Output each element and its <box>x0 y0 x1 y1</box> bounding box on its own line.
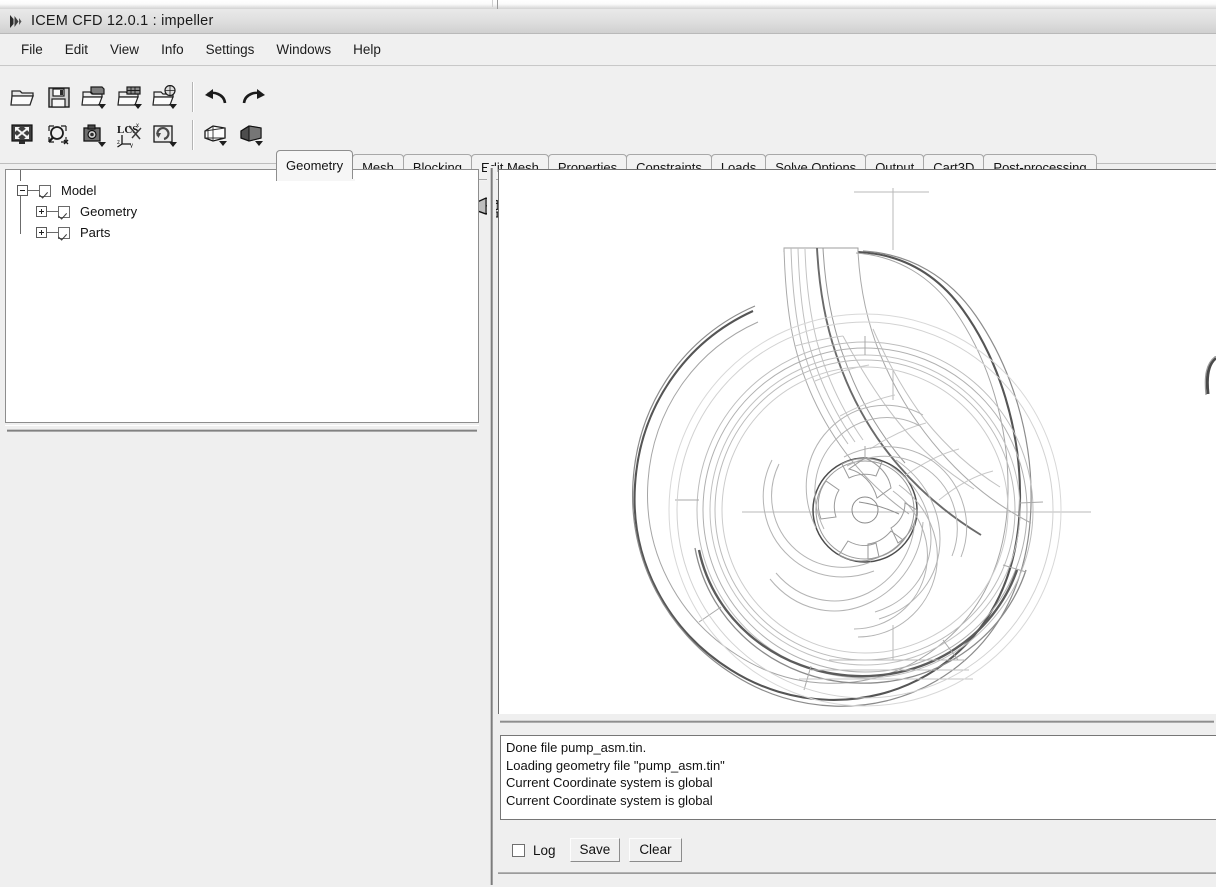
main-toolbar-row-1 <box>6 78 272 116</box>
model-tree-panel[interactable]: Model Geometry Parts <box>5 169 479 423</box>
toolbar-area: LCS x y z <box>0 67 1216 164</box>
log-checkbox-label: Log <box>533 843 556 858</box>
tab-active-gap <box>277 179 355 181</box>
log-line: Loading geometry file "pump_asm.tin" <box>506 757 1216 775</box>
svg-text:x: x <box>136 123 139 129</box>
zoom-box-icon[interactable] <box>42 118 76 152</box>
svg-text:z: z <box>117 140 120 146</box>
menu-settings[interactable]: Settings <box>195 39 266 60</box>
menu-bar: File Edit View Info Settings Windows Hel… <box>0 34 1216 66</box>
log-line: Current Coordinate system is global <box>506 792 1216 810</box>
function-panel-area <box>0 432 487 887</box>
background-window-divider-faint <box>492 0 493 7</box>
graphics-viewport[interactable] <box>498 169 1216 714</box>
expander-plus-icon[interactable] <box>36 227 47 238</box>
icem-cfd-application-window: ICEM CFD 12.0.1 : impeller File Edit Vie… <box>0 0 1216 887</box>
tree-label-geometry: Geometry <box>80 204 137 219</box>
lcs-axes-icon[interactable]: LCS x y z <box>114 118 148 152</box>
save-picture-icon[interactable] <box>78 118 112 152</box>
undo-icon[interactable] <box>200 80 234 114</box>
clear-log-button[interactable]: Clear <box>629 838 681 862</box>
log-controls-bar: Log Save Clear <box>500 830 1216 870</box>
tree-node-geometry[interactable]: Geometry <box>14 201 478 222</box>
tree-connector-line <box>28 190 39 191</box>
bottom-filler <box>498 874 1216 887</box>
open-mesh-icon[interactable] <box>114 80 148 114</box>
toolbar-separator-2 <box>192 120 193 150</box>
tree-node-parts[interactable]: Parts <box>14 222 478 243</box>
open-geometry-icon[interactable] <box>78 80 112 114</box>
log-checkbox[interactable] <box>512 844 525 857</box>
toolbar-separator <box>192 82 193 112</box>
splitter-grip <box>490 168 493 885</box>
clipped-geometry-arc <box>1204 356 1216 396</box>
menu-view[interactable]: View <box>99 39 150 60</box>
tree-connector-top <box>20 170 21 181</box>
tree-checkbox-geometry[interactable] <box>58 206 70 218</box>
background-window-divider <box>497 0 498 9</box>
main-toolbar-row-2: LCS x y z <box>6 116 272 154</box>
tree-checkbox-model[interactable] <box>39 185 51 197</box>
menu-windows[interactable]: Windows <box>265 39 342 60</box>
icem-cfd-logo-icon <box>7 13 23 29</box>
message-log-panel[interactable]: Done file pump_asm.tin. Loading geometry… <box>500 735 1216 820</box>
expander-plus-icon[interactable] <box>36 206 47 217</box>
tree-connector-vertical <box>20 191 21 234</box>
fit-window-icon[interactable] <box>6 118 40 152</box>
svg-text:y: y <box>130 143 133 148</box>
tree-node-model[interactable]: Model <box>14 180 478 201</box>
background-window-strip <box>0 0 1216 9</box>
tree-label-model: Model <box>61 183 96 198</box>
main-vertical-splitter[interactable] <box>487 166 496 887</box>
log-line: Done file pump_asm.tin. <box>506 739 1216 757</box>
open-blocking-icon[interactable] <box>149 80 183 114</box>
pump-impeller-volute-wireframe <box>499 170 1216 714</box>
expander-minus-icon[interactable] <box>17 185 28 196</box>
menu-file[interactable]: File <box>10 39 54 60</box>
log-line: Current Coordinate system is global <box>506 774 1216 792</box>
open-project-icon[interactable] <box>6 80 40 114</box>
menu-edit[interactable]: Edit <box>54 39 99 60</box>
main-toolbar: LCS x y z <box>6 78 272 154</box>
tab-geometry[interactable]: Geometry <box>276 150 353 181</box>
menu-help[interactable]: Help <box>342 39 392 60</box>
tree-connector-line <box>47 211 58 212</box>
refresh-view-icon[interactable] <box>149 118 183 152</box>
title-bar: ICEM CFD 12.0.1 : impeller <box>0 9 1216 34</box>
tree-connector-line <box>47 232 58 233</box>
log-top-splitter[interactable] <box>498 716 1216 727</box>
tree-label-parts: Parts <box>80 225 110 240</box>
wireframe-shading-icon[interactable] <box>200 118 234 152</box>
save-log-button[interactable]: Save <box>570 838 621 862</box>
splitter-grip <box>500 720 1214 723</box>
solid-shading-icon[interactable] <box>236 118 270 152</box>
window-title: ICEM CFD 12.0.1 : impeller <box>31 13 213 29</box>
tree-checkbox-parts[interactable] <box>58 227 70 239</box>
redo-icon[interactable] <box>236 80 270 114</box>
save-project-icon[interactable] <box>42 80 76 114</box>
menu-info[interactable]: Info <box>150 39 195 60</box>
